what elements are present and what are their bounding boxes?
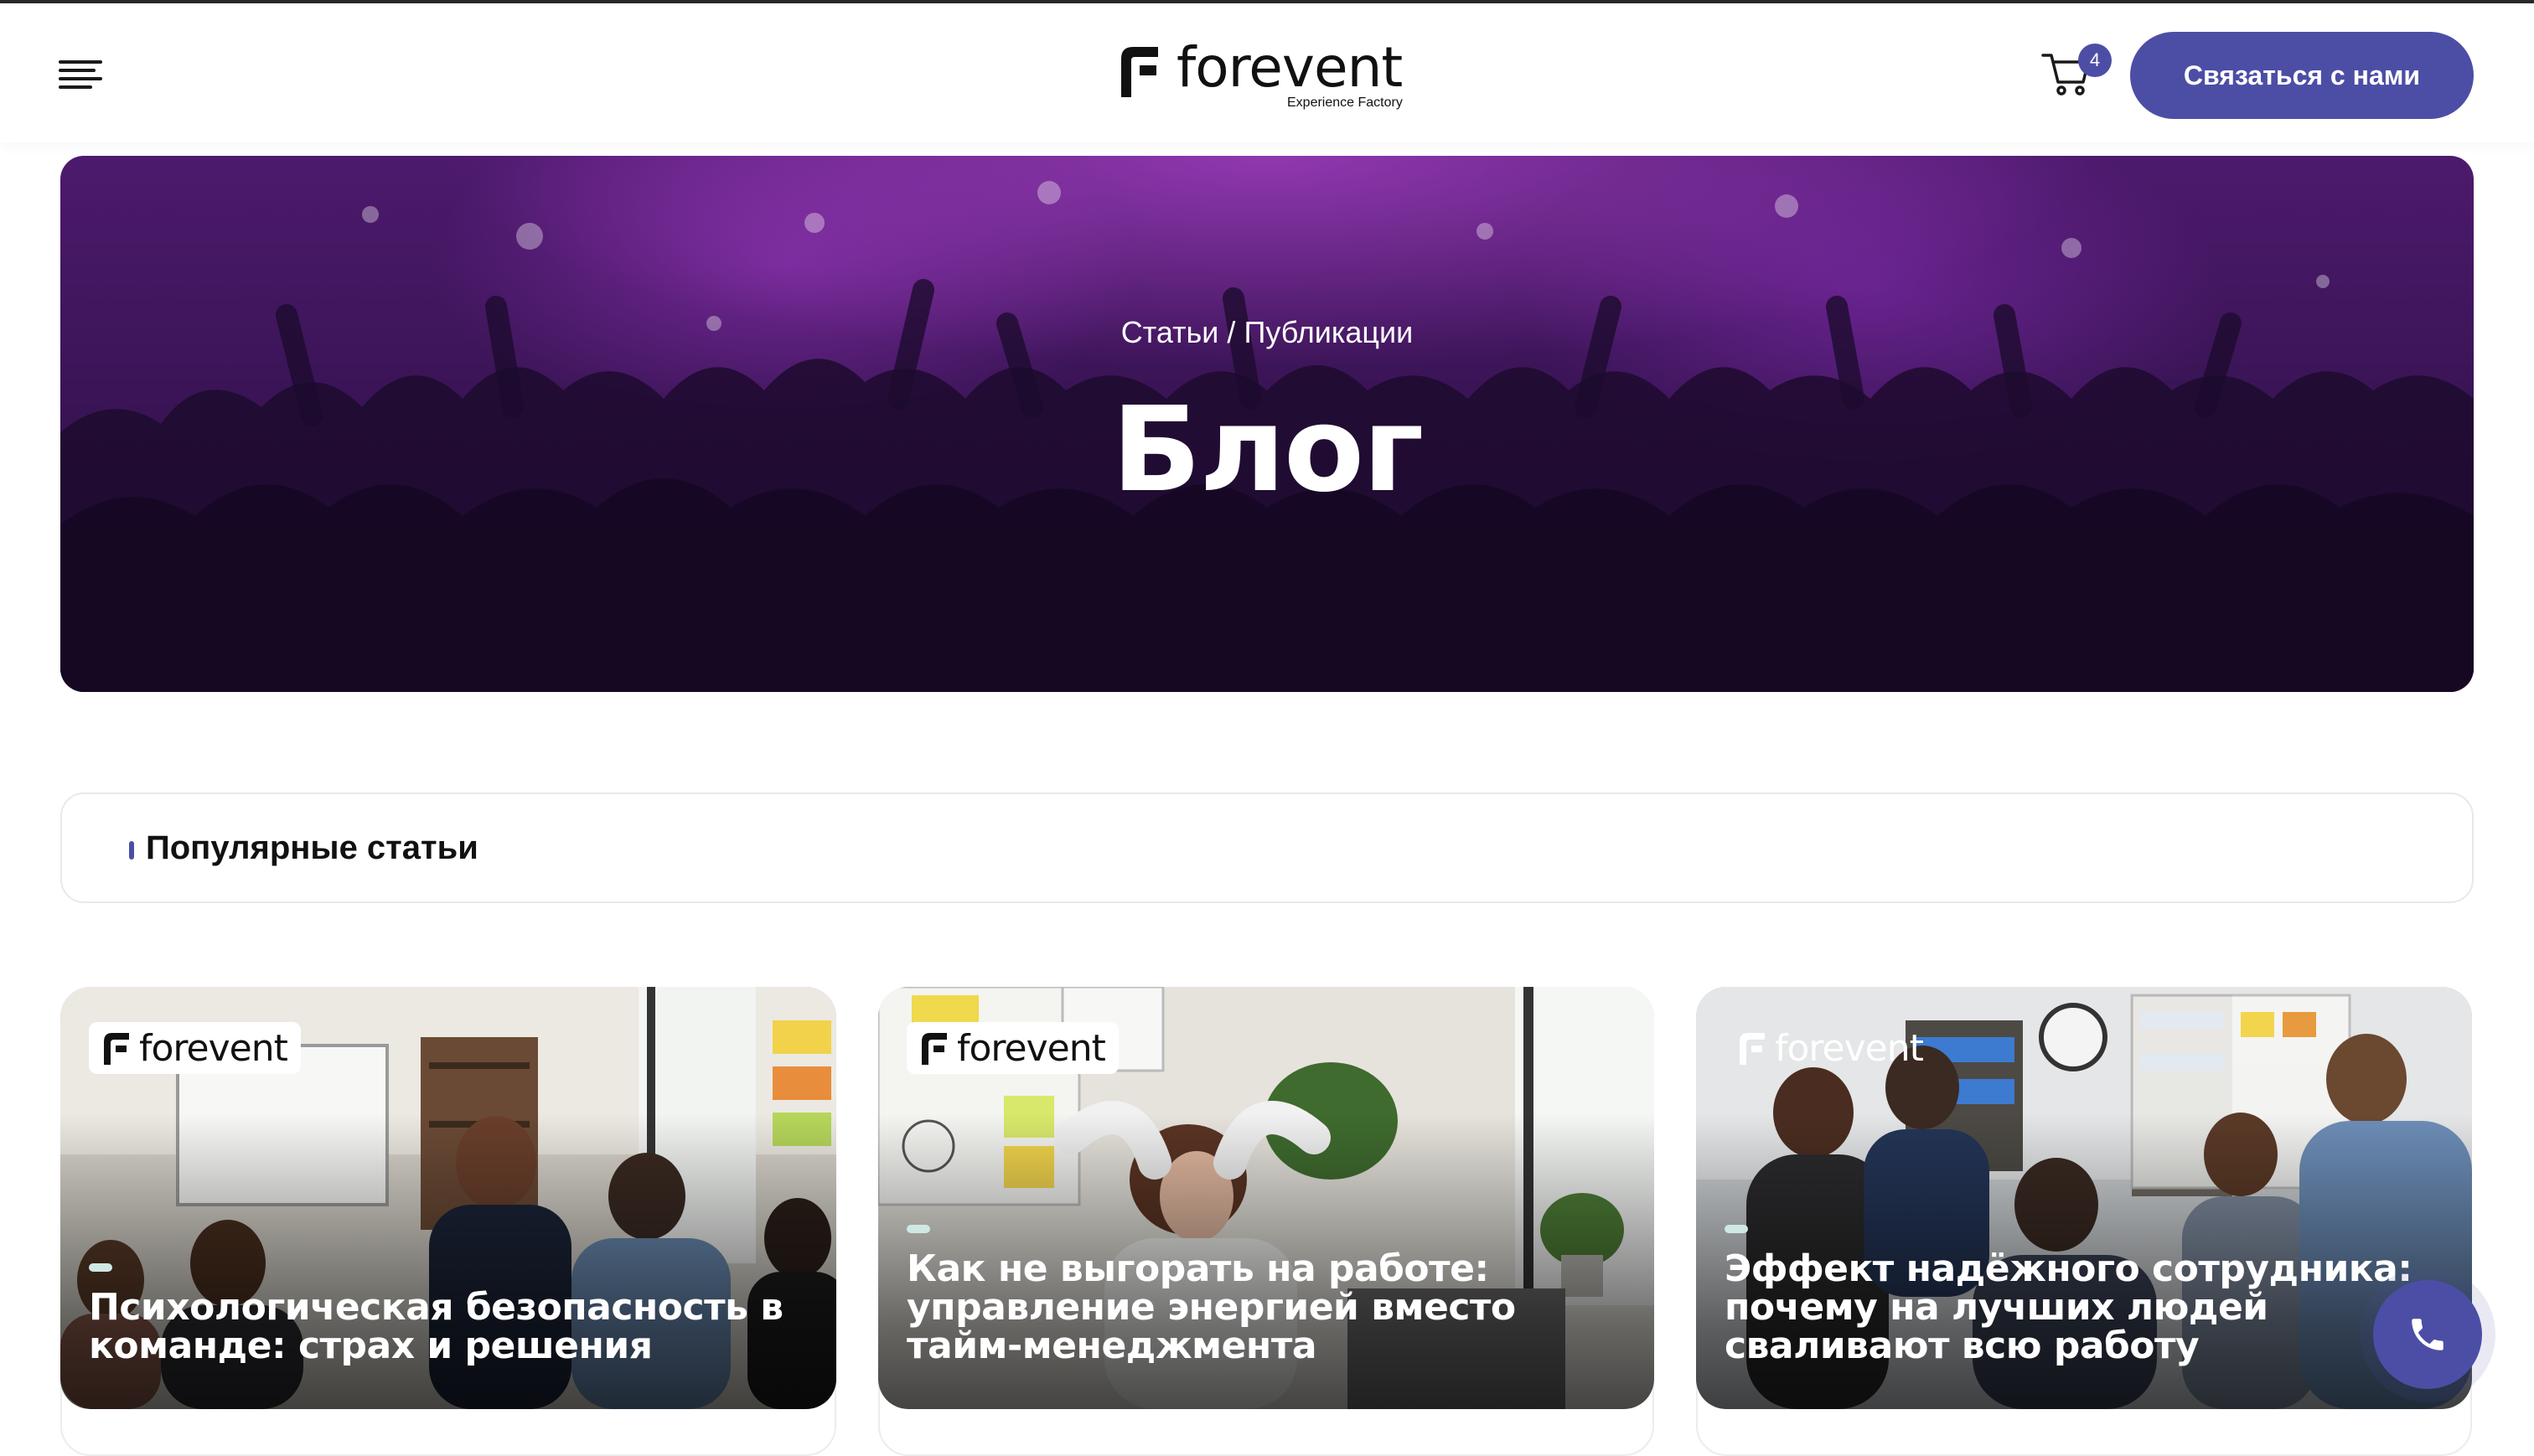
hamburger-menu-icon[interactable] <box>59 60 102 89</box>
article-accent-dash <box>907 1225 930 1233</box>
logo-mark-icon <box>1740 1033 1765 1065</box>
section-title: Популярные статьи <box>146 829 478 866</box>
article-badge-word: forevent <box>139 1026 288 1070</box>
popular-articles-header: Популярные статьи <box>60 793 2474 903</box>
breadcrumb-separator: / <box>1218 315 1244 349</box>
breadcrumb-current: Публикации <box>1244 315 1414 349</box>
hero-banner: Статьи / Публикации Блог <box>60 156 2474 692</box>
contact-us-button[interactable]: Связаться с нами <box>2130 32 2474 119</box>
logo-mark-icon <box>1121 47 1158 97</box>
call-button[interactable] <box>2373 1280 2482 1389</box>
article-accent-dash <box>89 1263 112 1272</box>
site-header: forevent Experience Factory 4 Связаться … <box>0 3 2534 142</box>
article-card[interactable]: forevent Как не выгорать на работе: упра… <box>878 987 1654 1409</box>
article-brand-badge: forevent <box>907 1022 1119 1074</box>
article-card[interactable]: forevent Психологическая безопасность в … <box>60 987 836 1409</box>
logo-mark-icon <box>922 1033 947 1065</box>
section-marker <box>129 841 134 860</box>
article-badge-word: forevent <box>957 1026 1106 1070</box>
article-badge-word: forevent <box>1775 1026 1924 1070</box>
logo-subtitle: Experience Factory <box>1287 96 1403 110</box>
cart-button[interactable]: 4 <box>2041 44 2112 102</box>
logo-mark-icon <box>104 1033 129 1065</box>
article-accent-dash <box>1725 1225 1748 1233</box>
phone-icon <box>2412 1319 2444 1350</box>
breadcrumb-link-articles[interactable]: Статьи <box>1121 315 1219 349</box>
article-card[interactable]: forevent Эффект надёжного сотрудника: по… <box>1696 987 2472 1409</box>
article-title[interactable]: Как не выгорать на работе: управление эн… <box>907 1250 1627 1366</box>
article-brand-badge: forevent <box>1725 1022 1937 1074</box>
breadcrumb: Статьи / Публикации <box>60 315 2474 350</box>
article-brand-badge: forevent <box>89 1022 301 1074</box>
logo-wordmark: forevent <box>1176 35 1403 100</box>
site-logo[interactable]: forevent Experience Factory <box>1118 35 1420 117</box>
page-title: Блог <box>1111 382 1425 519</box>
article-title[interactable]: Психологическая безопасность в команде: … <box>89 1288 809 1366</box>
article-title[interactable]: Эффект надёжного сотрудника: почему на л… <box>1725 1250 2445 1366</box>
cart-count-badge: 4 <box>2078 44 2112 77</box>
